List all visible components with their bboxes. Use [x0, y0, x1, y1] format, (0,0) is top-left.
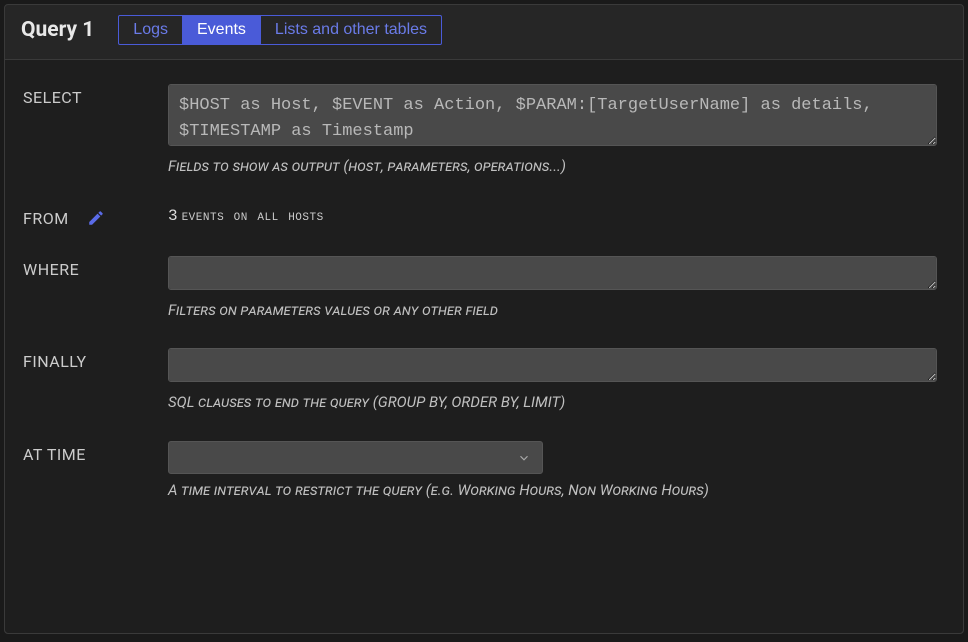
tab-events[interactable]: Events	[183, 16, 261, 44]
at-time-label-col: AT TIME	[23, 441, 168, 501]
finally-row: FINALLY SQL clauses to end the query (GR…	[23, 348, 945, 413]
finally-label-col: FINALLY	[23, 348, 168, 413]
select-row: SELECT Fields to show as output (host, p…	[23, 84, 945, 177]
finally-label: FINALLY	[23, 352, 87, 371]
at-time-label: AT TIME	[23, 445, 86, 464]
finally-hint: SQL clauses to end the query (GROUP BY, …	[168, 393, 937, 413]
panel-header: Query 1 Logs Events Lists and other tabl…	[5, 5, 963, 59]
where-row: WHERE Filters on parameters values or an…	[23, 256, 945, 321]
tabs-container: Logs Events Lists and other tables	[118, 15, 442, 45]
tab-lists[interactable]: Lists and other tables	[261, 16, 441, 44]
select-label: SELECT	[23, 88, 82, 107]
from-count: 3	[168, 207, 178, 225]
where-hint: Filters on parameters values or any othe…	[168, 301, 937, 321]
at-time-field-col: A time interval to restrict the query (e…	[168, 441, 945, 501]
finally-field-col: SQL clauses to end the query (GROUP BY, …	[168, 348, 945, 413]
from-field-col: 3 events on all hosts	[168, 205, 945, 228]
at-time-select-wrapper	[168, 441, 543, 474]
at-time-row: AT TIME A time interval to restrict the …	[23, 441, 945, 501]
query-panel: Query 1 Logs Events Lists and other tabl…	[4, 4, 964, 634]
at-time-select[interactable]	[168, 441, 543, 474]
tab-logs[interactable]: Logs	[119, 16, 183, 44]
edit-icon[interactable]	[87, 209, 105, 227]
select-label-col: SELECT	[23, 84, 168, 177]
from-text: events on all hosts	[182, 208, 324, 225]
finally-input[interactable]	[168, 348, 937, 382]
query-title: Query 1	[21, 18, 94, 42]
where-field-col: Filters on parameters values or any othe…	[168, 256, 945, 321]
where-input[interactable]	[168, 256, 937, 290]
select-field-col: Fields to show as output (host, paramete…	[168, 84, 945, 177]
select-input[interactable]	[168, 84, 937, 146]
select-hint: Fields to show as output (host, paramete…	[168, 157, 937, 177]
from-row: FROM 3 events on all hosts	[23, 205, 945, 228]
where-label-col: WHERE	[23, 256, 168, 321]
where-label: WHERE	[23, 260, 79, 279]
panel-content: SELECT Fields to show as output (host, p…	[5, 59, 963, 633]
at-time-hint: A time interval to restrict the query (e…	[168, 481, 937, 501]
from-label: FROM	[23, 209, 69, 228]
from-label-col: FROM	[23, 205, 168, 228]
